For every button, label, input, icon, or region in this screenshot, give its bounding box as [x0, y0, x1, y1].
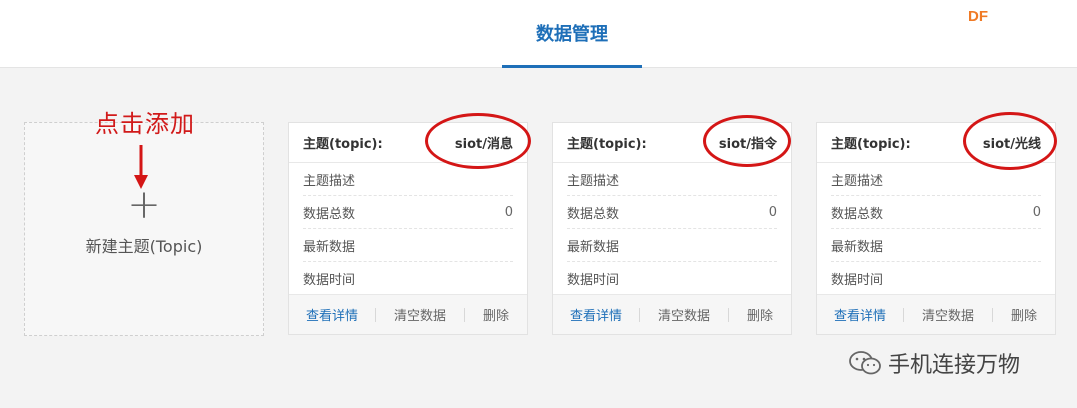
row-value: 0: [504, 204, 513, 220]
topic-label: 主题(topic):: [303, 137, 383, 152]
card-row-data-time: 数据时间: [303, 262, 513, 295]
topic-value: siot/光线: [982, 137, 1041, 152]
delete-button[interactable]: 删除: [993, 305, 1055, 324]
card-actions: 查看详情 清空数据 删除: [289, 294, 527, 334]
card-header: 主题(topic): siot/指令: [553, 123, 791, 163]
card-row-description: 主题描述: [831, 163, 1041, 196]
clear-data-button[interactable]: 清空数据: [640, 305, 728, 324]
row-label: 数据总数: [567, 206, 620, 222]
card-row-latest-data: 最新数据: [567, 229, 777, 262]
watermark-text: 手机连接万物: [888, 353, 1021, 378]
card-row-latest-data: 最新数据: [831, 229, 1041, 262]
card-row-data-time: 数据时间: [567, 262, 777, 295]
annotation-down-arrow-icon: [134, 145, 148, 189]
topic-value: siot/消息: [454, 137, 513, 152]
card-row-description: 主题描述: [303, 163, 513, 196]
row-label: 主题描述: [567, 173, 620, 189]
top-navigation-bar: 数据管理 DF: [0, 0, 1077, 68]
row-label: 主题描述: [831, 173, 884, 189]
clear-data-button[interactable]: 清空数据: [376, 305, 464, 324]
card-row-total-count: 数据总数 0: [567, 196, 777, 229]
row-label: 数据时间: [567, 273, 620, 288]
card-actions: 查看详情 清空数据 删除: [817, 294, 1055, 334]
tab-data-management[interactable]: 数据管理: [502, 0, 642, 68]
topic-card: 主题(topic): siot/消息 主题描述 数据总数 0 最新数据 数据时间…: [288, 122, 528, 335]
card-row-total-count: 数据总数 0: [831, 196, 1041, 229]
card-row-latest-data: 最新数据: [303, 229, 513, 262]
view-details-link[interactable]: 查看详情: [817, 305, 903, 324]
view-details-link[interactable]: 查看详情: [553, 305, 639, 324]
card-row-description: 主题描述: [567, 163, 777, 196]
row-label: 数据时间: [303, 273, 356, 288]
view-details-link[interactable]: 查看详情: [289, 305, 375, 324]
delete-button[interactable]: 删除: [729, 305, 791, 324]
row-label: 数据总数: [303, 206, 356, 222]
topic-label: 主题(topic):: [567, 137, 647, 152]
card-row-total-count: 数据总数 0: [303, 196, 513, 229]
wechat-icon: [849, 351, 881, 375]
row-label: 数据总数: [831, 206, 884, 222]
card-row-data-time: 数据时间: [831, 262, 1041, 295]
card-actions: 查看详情 清空数据 删除: [553, 294, 791, 334]
card-header: 主题(topic): siot/消息: [289, 123, 527, 163]
topic-value: siot/指令: [718, 137, 777, 152]
row-label: 最新数据: [831, 239, 884, 255]
row-value: 0: [1032, 204, 1041, 220]
row-value: 0: [768, 204, 777, 220]
card-header: 主题(topic): siot/光线: [817, 123, 1055, 163]
row-label: 主题描述: [303, 173, 356, 189]
topic-card: 主题(topic): siot/指令 主题描述 数据总数 0 最新数据 数据时间…: [552, 122, 792, 335]
delete-button[interactable]: 删除: [465, 305, 527, 324]
plus-icon: +: [127, 182, 161, 228]
wechat-watermark: 手机连接万物: [848, 347, 1020, 379]
row-label: 最新数据: [567, 239, 620, 255]
row-label: 数据时间: [831, 273, 884, 288]
clear-data-button[interactable]: 清空数据: [904, 305, 992, 324]
topic-label: 主题(topic):: [831, 137, 911, 152]
new-topic-label: 新建主题(Topic): [85, 237, 203, 256]
annotation-click-to-add: 点击添加: [95, 110, 195, 138]
topic-card: 主题(topic): siot/光线 主题描述 数据总数 0 最新数据 数据时间…: [816, 122, 1056, 335]
df-watermark-logo: DF: [968, 8, 988, 25]
row-label: 最新数据: [303, 239, 356, 255]
